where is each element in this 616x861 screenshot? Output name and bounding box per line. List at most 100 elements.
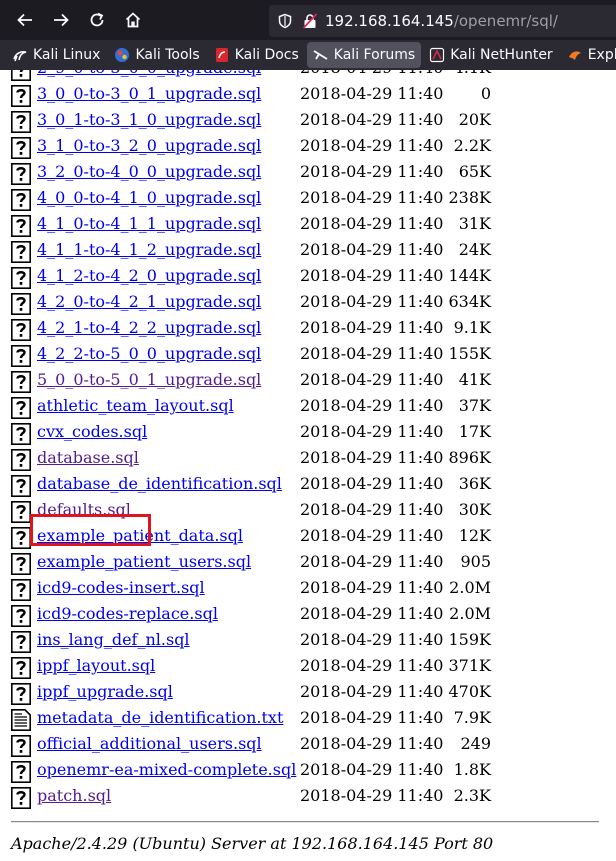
file-date: 2018-04-29 11:40 <box>300 136 444 155</box>
file-link[interactable]: defaults.sql <box>37 500 131 519</box>
file-row: icd9-codes-replace.sql 2018-04-29 11:40 2.… <box>11 602 611 628</box>
file-link[interactable]: 4_1_2-to-4_2_0_upgrade.sql <box>37 266 261 285</box>
file-link[interactable]: database.sql <box>37 448 139 467</box>
unknown-file-icon <box>11 215 31 237</box>
file-link[interactable]: 3_0_1-to-3_1_0_upgrade.sql <box>37 110 261 129</box>
file-date: 2018-04-29 11:40 <box>300 292 444 311</box>
file-link[interactable]: 2_9_0-to-3_0_0_upgrade.sql <box>37 70 261 77</box>
file-link[interactable]: ins_lang_def_nl.sql <box>37 630 190 649</box>
bookmark-kali-nethunter[interactable]: Kali NetHunter <box>423 42 558 68</box>
shield-icon[interactable] <box>277 13 293 29</box>
bookmark-label: Kali Forums <box>333 47 416 63</box>
file-link[interactable]: 4_2_2-to-5_0_0_upgrade.sql <box>37 344 261 363</box>
file-date: 2018-04-29 11:40 <box>300 760 444 779</box>
bookmark-kali-tools[interactable]: Kali Tools <box>108 42 205 68</box>
file-size: 2.0M <box>449 578 491 597</box>
file-link[interactable]: openemr-ea-mixed-complete.sql <box>37 760 296 779</box>
bookmark-kali-forums[interactable]: Kali Forums <box>306 42 422 68</box>
file-link[interactable]: 4_2_1-to-4_2_2_upgrade.sql <box>37 318 261 337</box>
file-link[interactable]: 3_0_0-to-3_0_1_upgrade.sql <box>37 84 261 103</box>
file-row: athletic_team_layout.sql 2018-04-29 11:40… <box>11 394 611 420</box>
unknown-file-icon <box>11 345 31 367</box>
home-button[interactable] <box>116 3 150 37</box>
file-date: 2018-04-29 11:40 <box>300 786 444 805</box>
unknown-file-icon <box>11 683 31 705</box>
bookmark-kali-docs[interactable]: Kali Docs <box>208 42 305 68</box>
file-link[interactable]: database_de_identification.sql <box>37 474 282 493</box>
bookmark-label: Kali Tools <box>135 47 200 63</box>
file-row: cvx_codes.sql 2018-04-29 11:40 17K <box>11 420 611 446</box>
file-size: 2.2K <box>453 136 491 155</box>
forward-button[interactable] <box>44 3 78 37</box>
file-size: 41K <box>458 370 491 389</box>
unknown-file-icon <box>11 475 31 497</box>
unknown-file-icon <box>11 189 31 211</box>
unknown-file-icon <box>11 579 31 601</box>
file-link[interactable]: official_additional_users.sql <box>37 734 262 753</box>
file-link[interactable]: patch.sql <box>37 786 111 805</box>
file-size: 155K <box>448 344 492 363</box>
file-date: 2018-04-29 11:40 <box>300 344 444 363</box>
file-date: 2018-04-29 11:40 <box>300 396 444 415</box>
unknown-file-icon <box>11 605 31 627</box>
file-link[interactable]: 3_2_0-to-4_0_0_upgrade.sql <box>37 162 261 181</box>
file-link[interactable]: icd9-codes-replace.sql <box>37 604 218 623</box>
file-link[interactable]: 4_1_0-to-4_1_1_upgrade.sql <box>37 214 261 233</box>
file-link[interactable]: cvx_codes.sql <box>37 422 147 441</box>
file-link[interactable]: example_patient_users.sql <box>37 552 251 571</box>
bookmark-kali-linux[interactable]: Kali Linux <box>6 42 106 68</box>
file-link[interactable]: ippf_layout.sql <box>37 656 155 675</box>
url-text[interactable]: 192.168.164.145/openemr/sql/ <box>325 12 558 30</box>
file-row: 4_0_0-to-4_1_0_upgrade.sql 2018-04-29 11:… <box>11 186 611 212</box>
file-date: 2018-04-29 11:40 <box>300 188 444 207</box>
file-row: defaults.sql 2018-04-29 11:40 30K <box>11 498 611 524</box>
file-row: database_de_identification.sql 2018-04-29… <box>11 472 611 498</box>
file-size: 470K <box>448 682 492 701</box>
file-date: 2018-04-29 11:40 <box>300 370 444 389</box>
file-size: 2.0M <box>449 604 491 623</box>
file-link[interactable]: athletic_team_layout.sql <box>37 396 234 415</box>
file-link[interactable]: metadata_de_identification.txt <box>37 708 283 727</box>
file-link[interactable]: 3_1_0-to-3_2_0_upgrade.sql <box>37 136 261 155</box>
unknown-file-icon <box>11 371 31 393</box>
file-row: 3_1_0-to-3_2_0_upgrade.sql 2018-04-29 11:… <box>11 134 611 160</box>
home-icon <box>125 12 141 28</box>
file-link[interactable]: 4_2_0-to-4_2_1_upgrade.sql <box>37 292 261 311</box>
back-button[interactable] <box>8 3 42 37</box>
file-link[interactable]: 5_0_0-to-5_0_1_upgrade.sql <box>37 370 261 389</box>
file-date: 2018-04-29 11:40 <box>300 214 444 233</box>
unknown-file-icon <box>11 137 31 159</box>
file-row: example_patient_users.sql 2018-04-29 11:4… <box>11 550 611 576</box>
file-link[interactable]: ippf_upgrade.sql <box>37 682 173 701</box>
file-row: ippf_upgrade.sql 2018-04-29 11:40 470K <box>11 680 611 706</box>
file-date: 2018-04-29 11:40 <box>300 578 444 597</box>
file-size: 65K <box>458 162 491 181</box>
file-size: 9.1K <box>453 318 491 337</box>
kali-tools-icon <box>115 48 130 62</box>
file-date: 2018-04-29 11:40 <box>300 70 443 77</box>
file-size: 7.9K <box>453 708 491 727</box>
file-date: 2018-04-29 11:40 <box>300 162 444 181</box>
file-link[interactable]: 4_0_0-to-4_1_0_upgrade.sql <box>37 188 261 207</box>
insecure-lock-icon[interactable] <box>303 13 317 29</box>
reload-icon <box>90 12 104 27</box>
file-link[interactable]: icd9-codes-insert.sql <box>37 578 205 597</box>
file-link[interactable]: example_patient_data.sql <box>37 526 243 545</box>
file-size: 896K <box>448 448 492 467</box>
file-date: 2018-04-29 11:40 <box>300 500 444 519</box>
divider <box>11 821 599 823</box>
file-row: 5_0_0-to-5_0_1_upgrade.sql 2018-04-29 11:… <box>11 368 611 394</box>
file-size: 905 <box>460 552 491 571</box>
file-date: 2018-04-29 11:40 <box>300 734 444 753</box>
unknown-file-icon <box>11 70 31 81</box>
unknown-file-icon <box>11 163 31 185</box>
file-date: 2018-04-29 11:40 <box>300 656 444 675</box>
unknown-file-icon <box>11 761 31 783</box>
bookmark-exploit-db[interactable]: Exploit-D <box>561 42 616 68</box>
reload-button[interactable] <box>80 3 114 37</box>
file-row: 4_1_2-to-4_2_0_upgrade.sql 2018-04-29 11:… <box>11 264 611 290</box>
file-date: 2018-04-29 11:40 <box>300 318 444 337</box>
address-bar[interactable]: 192.168.164.145/openemr/sql/ <box>269 5 616 37</box>
file-link[interactable]: 4_1_1-to-4_1_2_upgrade.sql <box>37 240 261 259</box>
unknown-file-icon <box>11 527 31 549</box>
